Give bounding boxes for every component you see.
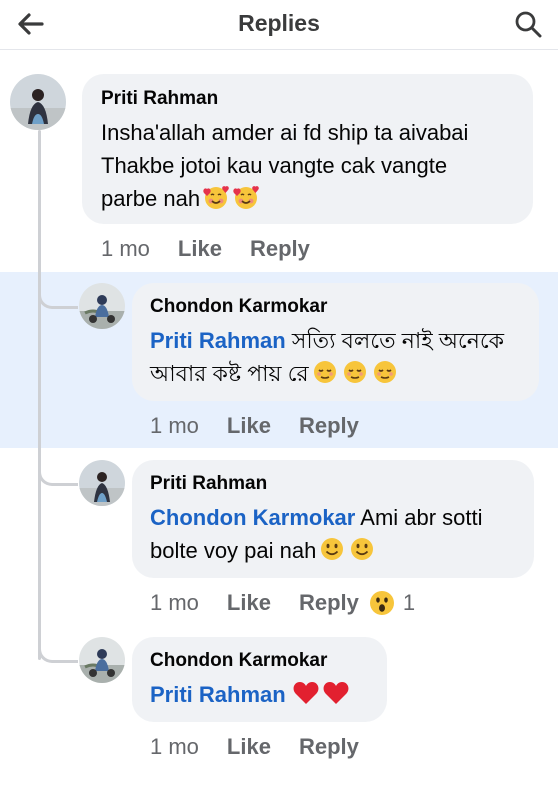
avatar[interactable] <box>79 460 125 506</box>
red-heart-icon <box>292 680 320 715</box>
comment-text-line: Insha'allah amder ai fd ship ta aivabai <box>101 120 469 145</box>
comment-author[interactable]: Priti Rahman <box>101 88 218 110</box>
comment-author[interactable]: Chondon Karmokar <box>150 650 327 672</box>
thread-connector <box>38 466 78 486</box>
page-title: Replies <box>238 10 320 36</box>
comment-time: 1 mo <box>150 590 199 615</box>
thread-connector <box>38 289 78 309</box>
top-bar: Replies <box>0 0 558 50</box>
thread-connector <box>38 643 78 663</box>
reply-button[interactable]: Reply <box>250 236 310 262</box>
comment-text-line: Thakbe jotoi kau vangte cak vangte <box>101 153 448 178</box>
slightly-smiling-face-icon <box>318 536 346 571</box>
avatar-photo <box>79 283 125 329</box>
comment-actions: 1 mo Like Reply <box>150 734 387 760</box>
comment-bubble: Priti Rahman Chondon Karmokar Ami abr so… <box>132 460 534 578</box>
avatar[interactable] <box>79 283 125 329</box>
relieved-face-icon <box>341 359 369 394</box>
avatar-photo <box>79 460 125 506</box>
smiling-face-with-hearts-icon <box>232 184 260 219</box>
avatar-photo <box>10 74 66 130</box>
like-button[interactable]: Like <box>227 734 271 760</box>
comment-bubble: Priti Rahman Insha'allah amder ai fd shi… <box>82 74 533 224</box>
comment-bubble: Chondon Karmokar Priti Rahman সত্যি বলতে… <box>132 283 539 401</box>
comment-text-line: bolte voy pai nah <box>150 538 317 563</box>
slightly-smiling-face-icon <box>348 536 376 571</box>
like-button[interactable]: Like <box>178 236 222 262</box>
avatar[interactable] <box>10 74 66 130</box>
avatar-photo <box>79 637 125 683</box>
search-button[interactable] <box>508 6 548 42</box>
comment-time: 1 mo <box>150 413 199 438</box>
comment-text-line: সত্যি বলতে নাই অনেকে <box>291 328 505 353</box>
comment-author[interactable]: Priti Rahman <box>150 473 267 495</box>
relieved-face-icon <box>311 359 339 394</box>
comment-text-line: Ami abr sotti <box>360 505 483 530</box>
comment-text-line: আবার কষ্ট পায় রে <box>150 361 309 386</box>
reply-button[interactable]: Reply <box>299 590 359 616</box>
reaction-count: 1 <box>402 590 416 615</box>
reply-button[interactable]: Reply <box>299 734 359 760</box>
comment-author[interactable]: Chondon Karmokar <box>150 296 327 318</box>
mention-link[interactable]: Priti Rahman <box>150 328 286 353</box>
relieved-face-icon <box>371 359 399 394</box>
comment-actions: 1 mo Like Reply <box>101 236 338 262</box>
comment-time: 1 mo <box>150 734 199 759</box>
comment-bubble: Chondon Karmokar Priti Rahman <box>132 637 387 722</box>
search-icon <box>515 11 542 38</box>
comment-time: 1 mo <box>101 236 150 261</box>
wow-reaction-icon[interactable] <box>369 590 395 616</box>
thread-line <box>38 130 41 660</box>
avatar[interactable] <box>79 637 125 683</box>
comment-text-line: parbe nah <box>101 186 201 211</box>
mention-link[interactable]: Chondon Karmokar <box>150 505 355 530</box>
comment-actions: 1 mo Like Reply <box>150 413 387 439</box>
smiling-face-with-hearts-icon <box>202 184 230 219</box>
like-button[interactable]: Like <box>227 413 271 439</box>
comment-actions: 1 mo Like Reply 1 <box>150 590 415 616</box>
reply-button[interactable]: Reply <box>299 413 359 439</box>
mention-link[interactable]: Priti Rahman <box>150 682 286 707</box>
like-button[interactable]: Like <box>227 590 271 616</box>
red-heart-icon <box>322 680 350 715</box>
